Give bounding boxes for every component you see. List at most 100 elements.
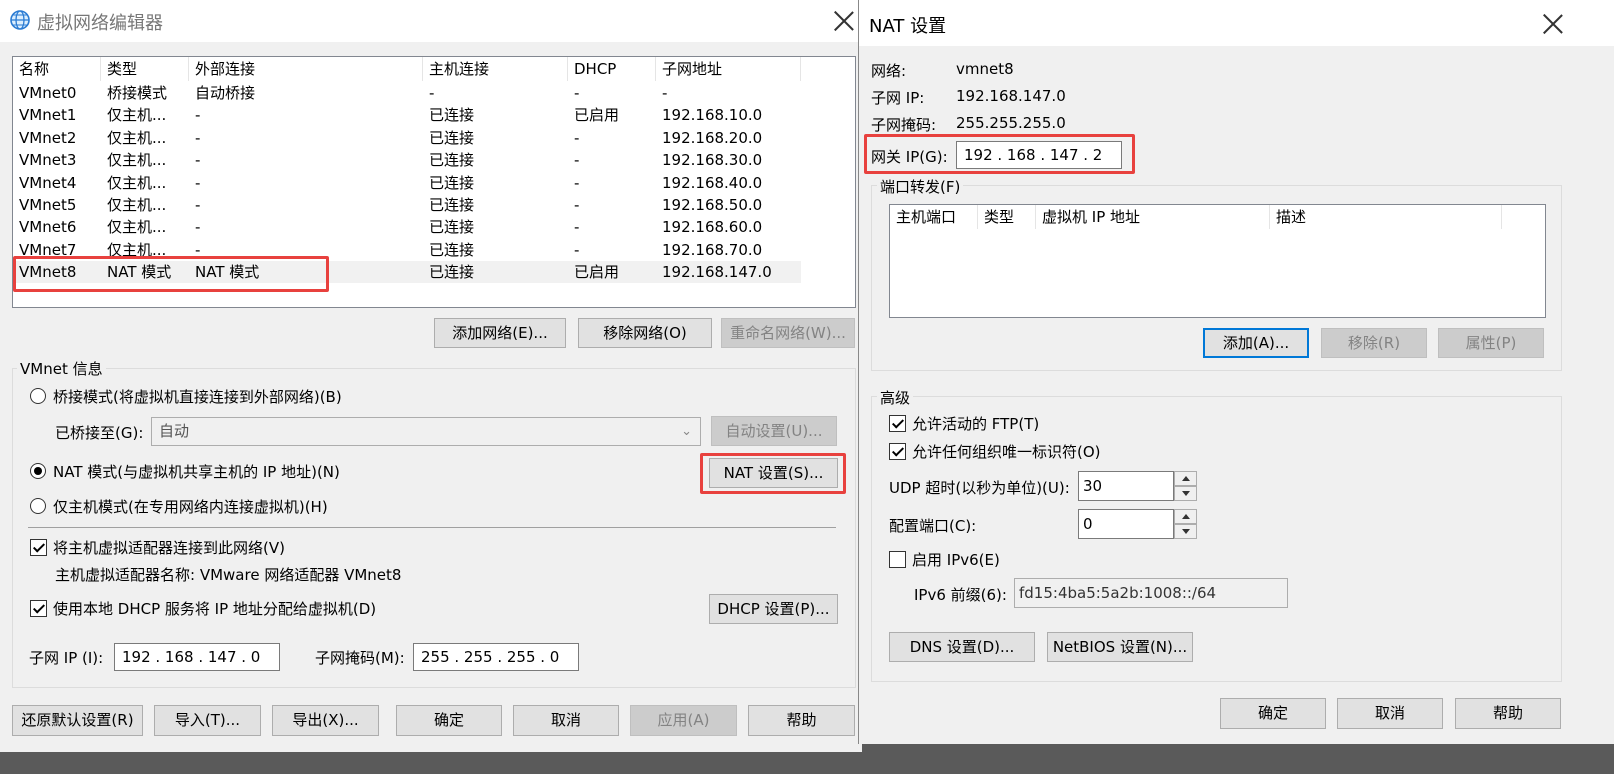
network-cell: - bbox=[574, 218, 580, 237]
remove-port-button[interactable]: 移除(R) bbox=[1321, 328, 1427, 358]
bridge-mode-radio[interactable] bbox=[30, 388, 46, 404]
network-row[interactable]: VMnet2 仅主机... - 已连接 - 192.168.20.0 bbox=[13, 127, 801, 149]
virtual-network-editor-window: 虚拟网络编辑器 名称 类型 外部连接 主机连接 DHCP 子网地址 VMnet0 桥接模式自… bbox=[0, 0, 862, 752]
port-forwarding-column-header[interactable]: 虚拟机 IP 地址 bbox=[1036, 205, 1270, 229]
spin-down-icon[interactable] bbox=[1174, 524, 1197, 539]
port-forwarding-column-header[interactable]: 类型 bbox=[978, 205, 1036, 229]
network-row[interactable]: VMnet4 仅主机... - 已连接 - 192.168.40.0 bbox=[13, 172, 801, 194]
config-port-spinner[interactable] bbox=[1174, 509, 1197, 539]
spin-up-icon[interactable] bbox=[1174, 509, 1197, 524]
network-cell: - bbox=[662, 84, 668, 102]
nat-dialog-title: NAT 设置 bbox=[869, 16, 947, 37]
network-cell: 192.168.10.0 bbox=[662, 106, 763, 125]
network-cell: 192.168.70.0 bbox=[662, 240, 763, 259]
network-label: 网络: bbox=[871, 62, 907, 80]
network-row[interactable]: VMnet5 仅主机... - 已连接 - 192.168.50.0 bbox=[13, 194, 801, 216]
subnet-ip-input[interactable]: 192 . 168 . 147 . 0 bbox=[114, 643, 280, 671]
highlight-gateway-ip bbox=[864, 134, 1135, 174]
spin-up-icon[interactable] bbox=[1174, 471, 1197, 486]
port-forwarding-list[interactable]: 主机端口 类型 虚拟机 IP 地址 描述 bbox=[889, 204, 1546, 318]
network-cell: 192.168.40.0 bbox=[662, 173, 763, 192]
network-list-column-header[interactable]: 子网地址 bbox=[656, 57, 801, 81]
nat-help-button[interactable]: 帮助 bbox=[1455, 698, 1561, 729]
udp-timeout-spinner[interactable] bbox=[1174, 471, 1197, 501]
network-cell: 仅主机... bbox=[107, 128, 167, 147]
network-cell: VMnet5 bbox=[19, 196, 77, 214]
cancel-button[interactable]: 取消 bbox=[513, 705, 619, 736]
adapter-name-text: 主机虚拟适配器名称: VMware 网络适配器 VMnet8 bbox=[55, 566, 402, 584]
advanced-label: 高级 bbox=[877, 387, 914, 408]
port-forwarding-label: 端口转发(F) bbox=[877, 176, 964, 197]
network-cell: - bbox=[195, 196, 201, 214]
connect-adapter-checkbox[interactable] bbox=[30, 539, 47, 556]
enable-ipv6-label: 启用 IPv6(E) bbox=[912, 551, 1000, 569]
dhcp-settings-button[interactable]: DHCP 设置(P)... bbox=[709, 594, 838, 624]
config-port-label: 配置端口(C): bbox=[889, 517, 977, 535]
spin-down-icon[interactable] bbox=[1174, 486, 1197, 501]
network-list-column-header[interactable]: 外部连接 bbox=[189, 57, 423, 81]
nat-title-bar: NAT 设置 bbox=[859, 0, 1614, 46]
ipv6-prefix-input[interactable]: fd15:4ba5:5a2b:1008::/64 bbox=[1014, 578, 1288, 608]
network-cell: 已连接 bbox=[429, 196, 475, 214]
globe-icon bbox=[10, 10, 30, 30]
enable-ipv6-checkbox[interactable] bbox=[889, 551, 906, 568]
nat-mode-radio[interactable] bbox=[30, 463, 46, 479]
allow-ftp-checkbox[interactable] bbox=[889, 415, 906, 432]
vmnet-info-label: VMnet 信息 bbox=[17, 358, 106, 379]
nat-subnet-mask-value: 255.255.255.0 bbox=[956, 114, 1066, 132]
network-cell: - bbox=[574, 173, 580, 192]
network-row[interactable]: VMnet3 仅主机... - 已连接 - 192.168.30.0 bbox=[13, 149, 801, 171]
host-only-label: 仅主机模式(在专用网络内连接虚拟机)(H) bbox=[53, 498, 328, 516]
network-row[interactable]: VMnet0 桥接模式 自动桥接 - - - bbox=[13, 82, 801, 104]
network-list-column-header[interactable]: 名称 bbox=[13, 57, 101, 81]
close-icon[interactable] bbox=[831, 8, 857, 34]
network-value: vmnet8 bbox=[956, 60, 1014, 78]
bridge-mode-label: 桥接模式(将虚拟机直接连接到外部网络)(B) bbox=[53, 388, 342, 406]
port-properties-button[interactable]: 属性(P) bbox=[1438, 328, 1544, 358]
export-button[interactable]: 导出(X)... bbox=[272, 705, 379, 736]
rename-network-button[interactable]: 重命名网络(W)... bbox=[721, 318, 855, 348]
dns-settings-button[interactable]: DNS 设置(D)... bbox=[889, 632, 1035, 662]
port-forwarding-column-header[interactable]: 主机端口 bbox=[890, 205, 978, 229]
network-cell: 仅主机... bbox=[107, 151, 167, 170]
allow-oui-checkbox[interactable] bbox=[889, 443, 906, 460]
network-cell: 仅主机... bbox=[107, 218, 167, 237]
nat-mode-label: NAT 模式(与虚拟机共享主机的 IP 地址)(N) bbox=[53, 463, 340, 481]
ipv6-prefix-label: IPv6 前缀(6): bbox=[914, 586, 1007, 604]
network-list-column-header[interactable]: 类型 bbox=[101, 57, 189, 81]
restore-defaults-button[interactable]: 还原默认设置(R) bbox=[12, 705, 143, 736]
nat-settings-dialog: NAT 设置 网络: vmnet8 子网 IP: 192.168.147.0 子… bbox=[858, 0, 1614, 744]
network-cell: 自动桥接 bbox=[195, 84, 256, 102]
apply-button[interactable]: 应用(A) bbox=[630, 705, 737, 736]
network-row[interactable]: VMnet6 仅主机... - 已连接 - 192.168.60.0 bbox=[13, 216, 801, 238]
nat-ok-button[interactable]: 确定 bbox=[1220, 698, 1326, 729]
network-row[interactable]: VMnet1 仅主机... - 已连接 已启用 192.168.10.0 bbox=[13, 104, 801, 126]
use-dhcp-checkbox[interactable] bbox=[30, 600, 47, 617]
port-forwarding-column-header[interactable]: 描述 bbox=[1270, 205, 1502, 229]
network-cell: 192.168.60.0 bbox=[662, 218, 763, 237]
allow-ftp-label: 允许活动的 FTP(T) bbox=[912, 415, 1040, 433]
nat-cancel-button[interactable]: 取消 bbox=[1337, 698, 1443, 729]
network-cell: 已连接 bbox=[429, 173, 475, 192]
close-icon[interactable] bbox=[1540, 11, 1566, 37]
add-network-button[interactable]: 添加网络(E)... bbox=[434, 318, 566, 348]
bridged-to-select[interactable]: 自动 ⌄ bbox=[151, 417, 701, 446]
config-port-input[interactable]: 0 bbox=[1078, 509, 1174, 539]
network-list-column-header[interactable]: DHCP bbox=[568, 57, 656, 81]
subnet-mask-input[interactable]: 255 . 255 . 255 . 0 bbox=[413, 643, 579, 671]
use-dhcp-label: 使用本地 DHCP 服务将 IP 地址分配给虚拟机(D) bbox=[53, 600, 377, 618]
remove-network-button[interactable]: 移除网络(O) bbox=[578, 318, 712, 348]
network-list-column-header[interactable]: 主机连接 bbox=[423, 57, 568, 81]
ok-button[interactable]: 确定 bbox=[396, 705, 502, 736]
add-port-button[interactable]: 添加(A)... bbox=[1203, 328, 1309, 358]
nat-subnet-ip-value: 192.168.147.0 bbox=[956, 87, 1066, 105]
import-button[interactable]: 导入(T)... bbox=[154, 705, 261, 736]
netbios-settings-button[interactable]: NetBIOS 设置(N)... bbox=[1047, 632, 1193, 662]
auto-settings-button[interactable]: 自动设置(U)... bbox=[711, 416, 837, 446]
host-only-radio[interactable] bbox=[30, 498, 46, 514]
udp-timeout-label: UDP 超时(以秒为单位)(U): bbox=[889, 479, 1070, 497]
network-cell: 已连接 bbox=[429, 263, 475, 282]
help-button[interactable]: 帮助 bbox=[748, 705, 855, 736]
udp-timeout-input[interactable]: 30 bbox=[1078, 471, 1174, 501]
network-cell: - bbox=[195, 218, 201, 237]
